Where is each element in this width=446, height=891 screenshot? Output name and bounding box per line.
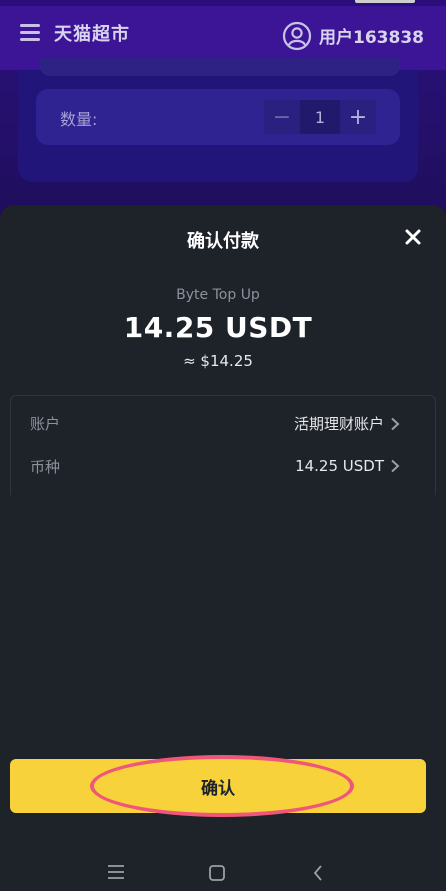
currency-row-label: 币种 [30,458,61,476]
hamburger-menu-icon[interactable] [20,24,40,41]
currency-row-value[interactable]: 14.25 USDT [295,457,384,475]
nav-back-icon[interactable] [312,864,324,882]
sheet-title: 确认付款 [187,231,259,252]
quantity-label: 数量: [60,110,98,129]
user-name[interactable]: 用户163838 [319,23,424,48]
confirm-button[interactable]: 确认 [10,759,426,813]
app-title: 天猫超市 [54,24,130,45]
status-bar-indicator [355,0,415,3]
chevron-right-icon[interactable] [390,417,400,431]
approx-fiat-value: ≈ $14.25 [183,352,253,370]
increment-button[interactable]: + [340,100,376,134]
merchant-name: Byte Top Up [176,287,260,303]
nav-home-icon[interactable] [208,864,226,882]
payment-details-box [10,395,436,495]
account-row-label: 账户 [30,415,61,433]
decrement-button[interactable]: − [264,100,300,134]
card-remnant [40,58,400,76]
account-row-value[interactable]: 活期理财账户 [294,413,384,434]
quantity-stepper[interactable]: − 1 + [264,100,376,134]
quantity-value[interactable]: 1 [300,100,340,134]
chevron-right-icon[interactable] [390,459,400,473]
close-icon[interactable] [402,226,424,248]
payment-amount: 14.25 USDT [123,311,313,344]
nav-menu-icon[interactable] [107,864,125,880]
user-circle-icon[interactable] [282,21,312,51]
